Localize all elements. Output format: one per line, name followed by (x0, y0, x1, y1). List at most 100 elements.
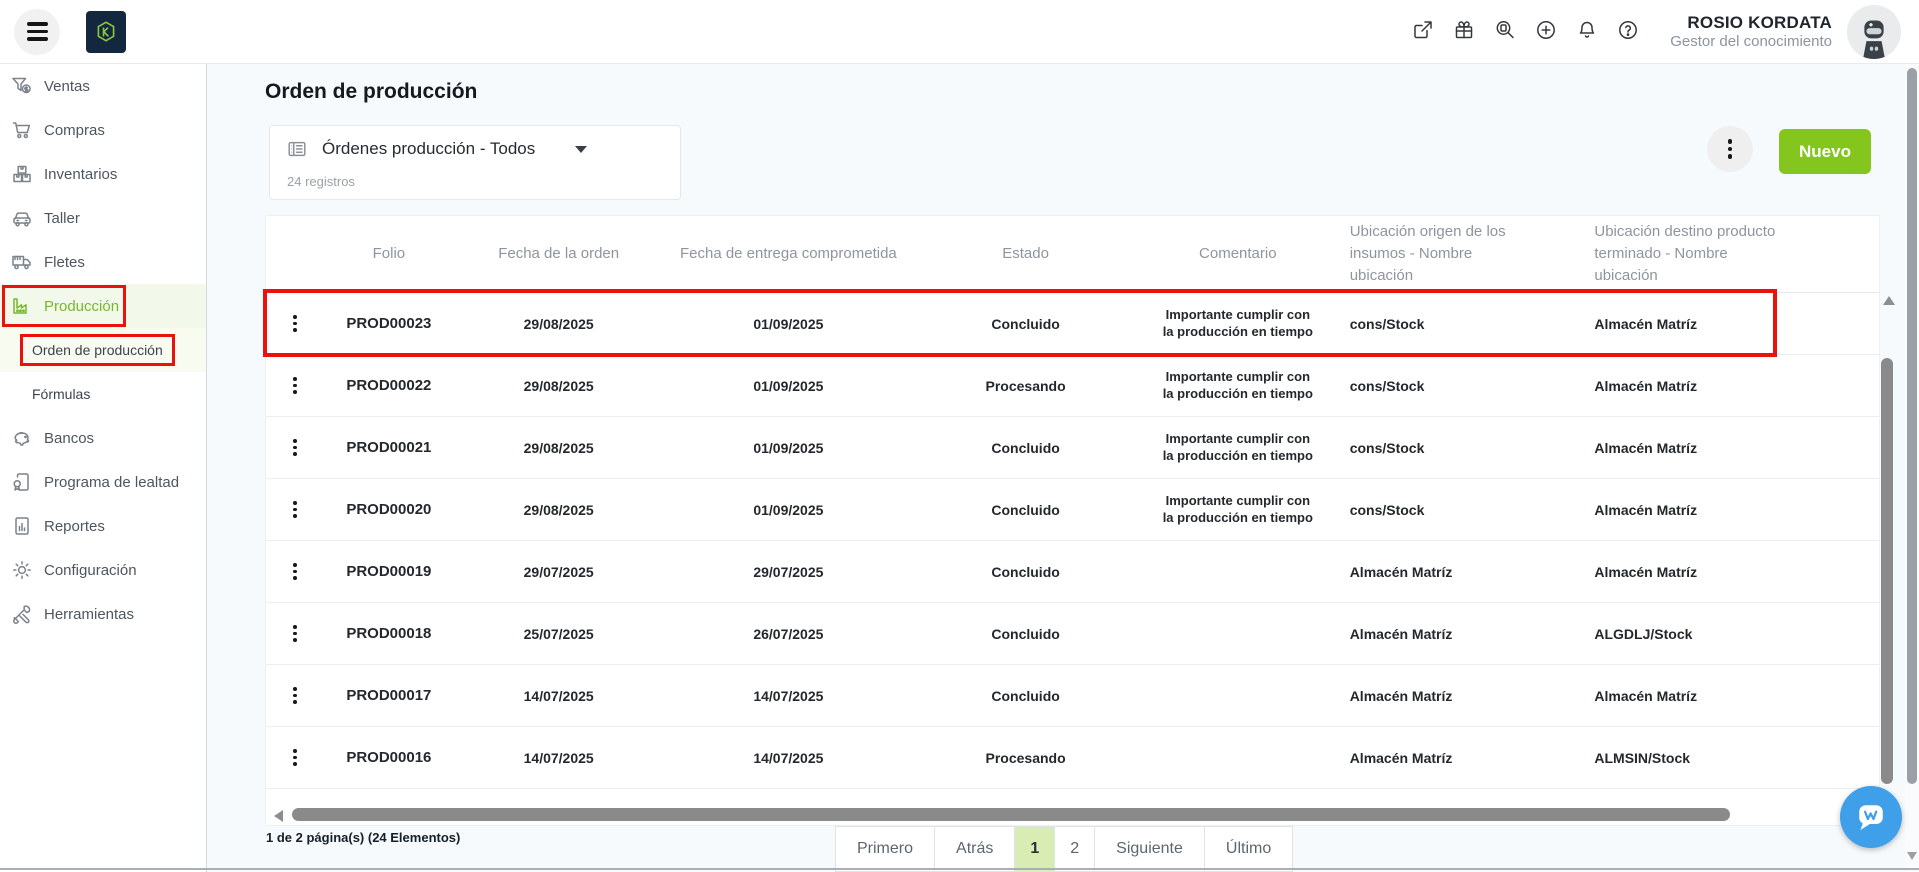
sidebar-item-produccion[interactable]: Producción (0, 284, 206, 328)
table-row-prod00016[interactable]: PROD0001614/07/202514/07/2025ProcesandoA… (266, 727, 1879, 789)
gift-button[interactable] (1451, 19, 1477, 45)
cell-ubicacion-origen: cons/Stock (1338, 417, 1583, 478)
pagination-ultimo-button[interactable]: Último (1204, 826, 1293, 872)
cell-ubicacion-destino: Almacén Matríz (1582, 665, 1879, 726)
row-kebab-button[interactable] (289, 683, 301, 707)
gear-icon (8, 557, 36, 583)
table-row-prod00022[interactable]: PROD0002229/08/202501/09/2025ProcesandoI… (266, 355, 1879, 417)
sidebar-item-label: Programa de lealtad (44, 474, 179, 491)
row-kebab-button[interactable] (289, 497, 301, 521)
sidebar-item-label: Configuración (44, 562, 137, 579)
row-kebab-button[interactable] (289, 373, 301, 397)
gift-icon (1452, 18, 1476, 45)
pagination-1-button[interactable]: 1 (1014, 826, 1055, 872)
avatar[interactable] (1847, 5, 1901, 59)
pagination: PrimeroAtrás12SiguienteÚltimo (836, 826, 1293, 872)
cell-folio: PROD00018 (324, 603, 454, 664)
sidebar-subitem-formulas[interactable]: Fórmulas (0, 372, 206, 416)
add-button[interactable] (1533, 19, 1559, 45)
sidebar-item-label: Bancos (44, 430, 94, 447)
sidebar-item-inventarios[interactable]: Inventarios (0, 152, 206, 196)
external-link-button[interactable] (1410, 19, 1436, 45)
cell-folio: PROD00020 (324, 479, 454, 540)
row-kebab-button[interactable] (289, 745, 301, 769)
app-logo[interactable] (86, 11, 126, 53)
cell-actions (266, 479, 324, 540)
bell-button[interactable] (1574, 19, 1600, 45)
table-row-prod00020[interactable]: PROD0002029/08/202501/09/2025ConcluidoIm… (266, 479, 1879, 541)
sidebar-item-herramientas[interactable]: Herramientas (0, 592, 206, 636)
search-button[interactable] (1492, 19, 1518, 45)
user-block: ROSIO KORDATA Gestor del conocimiento (1670, 12, 1832, 52)
pagination-2-button[interactable]: 2 (1054, 826, 1095, 872)
column-header-folio: Folio (324, 243, 454, 265)
table-row-prod00023[interactable]: PROD0002329/08/202501/09/2025ConcluidoIm… (266, 293, 1879, 355)
sidebar-subitem-label: Orden de producción (20, 334, 175, 366)
pagination-atras-button[interactable]: Atrás (934, 826, 1015, 872)
table-row-prod00017[interactable]: PROD0001714/07/202514/07/2025ConcluidoAl… (266, 665, 1879, 727)
sidebar-item-fletes[interactable]: Fletes (0, 240, 206, 284)
page-scrollbar-thumb[interactable] (1907, 68, 1917, 784)
row-kebab-button[interactable] (289, 311, 301, 335)
sidebar-item-label: Ventas (44, 78, 90, 95)
pagination-summary: 1 de 2 página(s) (24 Elementos) (266, 830, 460, 845)
cell-comentario (1138, 665, 1338, 726)
page-title: Orden de producción (265, 80, 477, 104)
piggy-bank-icon (8, 425, 36, 451)
orders-table: FolioFecha de la ordenFecha de entrega c… (265, 215, 1880, 826)
cell-fecha-orden: 29/07/2025 (454, 541, 664, 602)
sidebar-item-reportes[interactable]: Reportes (0, 504, 206, 548)
table-row-prod00019[interactable]: PROD0001929/07/202529/07/2025ConcluidoAl… (266, 541, 1879, 603)
table-scroll-up-arrow[interactable] (1883, 296, 1895, 305)
external-link-icon (1411, 18, 1435, 45)
chat-logo-icon (1851, 797, 1891, 837)
row-kebab-button[interactable] (289, 435, 301, 459)
pagination-primero-button[interactable]: Primero (835, 826, 935, 872)
sidebar-item-compras[interactable]: Compras (0, 108, 206, 152)
cell-folio: PROD00019 (324, 541, 454, 602)
help-button[interactable] (1615, 19, 1641, 45)
record-count: 24 registros (287, 174, 355, 189)
cell-actions (266, 541, 324, 602)
page-bottom-edge (0, 868, 1919, 870)
column-header-comentario: Comentario (1138, 243, 1338, 265)
sidebar-item-configuracion[interactable]: Configuración (0, 548, 206, 592)
factory-icon (8, 293, 36, 319)
horizontal-scrollbar-thumb[interactable] (292, 808, 1730, 821)
cell-estado: Concluido (913, 541, 1138, 602)
sidebar-item-label: Fletes (44, 254, 85, 271)
row-kebab-button[interactable] (289, 621, 301, 645)
cell-fecha-orden: 14/07/2025 (454, 727, 664, 788)
cell-ubicacion-destino: Almacén Matríz (1582, 479, 1879, 540)
page-scroll-down-arrow[interactable] (1907, 852, 1917, 860)
sidebar-item-ventas[interactable]: Ventas (0, 64, 206, 108)
more-options-button[interactable] (1707, 126, 1753, 172)
help-chat-bubble-button[interactable] (1840, 786, 1902, 848)
bell-icon (1575, 18, 1599, 45)
cell-fecha-entrega: 14/07/2025 (664, 665, 914, 726)
column-header-ubicacion-origen-de-los-insumos-nombre-ubicacion: Ubicación origen de los insumos - Nombre… (1338, 221, 1583, 286)
table-scrollbar-thumb[interactable] (1881, 358, 1893, 784)
sidebar-subitem-orden-de-produccion[interactable]: Orden de producción (0, 328, 206, 372)
cell-estado: Concluido (913, 417, 1138, 478)
cell-ubicacion-origen: cons/Stock (1338, 355, 1583, 416)
hamburger-menu-button[interactable] (14, 9, 60, 55)
topbar: ROSIO KORDATA Gestor del conocimiento (0, 0, 1919, 64)
pagination-siguiente-button[interactable]: Siguiente (1094, 826, 1205, 872)
sidebar-item-programa-de-lealtad[interactable]: Programa de lealtad (0, 460, 206, 504)
hscroll-left-arrow[interactable] (274, 810, 283, 822)
new-button[interactable]: Nuevo (1779, 129, 1871, 174)
table-row-prod00018[interactable]: PROD0001825/07/202526/07/2025ConcluidoAl… (266, 603, 1879, 665)
view-selector-dropdown[interactable]: Órdenes producción - Todos 24 registros (269, 125, 681, 200)
page-scrollbar (1905, 64, 1919, 872)
table-row-prod00021[interactable]: PROD0002129/08/202501/09/2025ConcluidoIm… (266, 417, 1879, 479)
row-kebab-button[interactable] (289, 559, 301, 583)
sidebar-item-label: Herramientas (44, 606, 134, 623)
sidebar-item-label: Compras (44, 122, 105, 139)
main-content: Orden de producción Órdenes producción -… (207, 64, 1905, 872)
sidebar-item-bancos[interactable]: Bancos (0, 416, 206, 460)
cell-ubicacion-origen: Almacén Matríz (1338, 541, 1583, 602)
cell-ubicacion-origen: cons/Stock (1338, 293, 1583, 354)
sidebar-item-taller[interactable]: Taller (0, 196, 206, 240)
cell-ubicacion-origen: cons/Stock (1338, 479, 1583, 540)
